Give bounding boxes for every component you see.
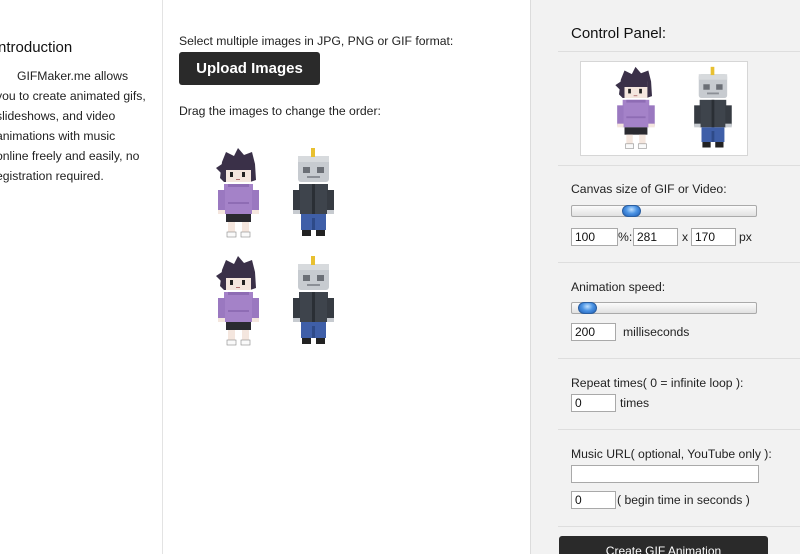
times-unit: times	[620, 396, 650, 410]
repeat-times-input[interactable]	[571, 394, 616, 412]
canvas-percent-input[interactable]	[571, 228, 618, 246]
preview-frame-purple-hoodie	[608, 65, 663, 153]
music-url-input[interactable]	[571, 465, 759, 483]
create-gif-button[interactable]: Create GIF Animation	[559, 536, 768, 554]
intro-line: animations with music	[0, 129, 116, 143]
px-unit: px	[739, 230, 752, 244]
canvas-size-label: Canvas size of GIF or Video:	[571, 182, 727, 196]
drag-hint: Drag the images to change the order:	[179, 104, 381, 118]
canvas-size-slider[interactable]	[571, 205, 757, 217]
image-thumbnail-robot[interactable]	[283, 146, 343, 242]
repeat-times-label: Repeat times( 0 = infinite loop ):	[571, 376, 744, 390]
begin-time-unit: ( begin time in seconds )	[617, 493, 750, 507]
divider	[558, 262, 800, 263]
divider	[558, 358, 800, 359]
animation-preview	[580, 61, 748, 156]
upload-area: Select multiple images in JPG, PNG or GI…	[164, 0, 530, 554]
times-sign: x	[682, 230, 689, 244]
animation-speed-label: Animation speed:	[571, 280, 666, 294]
canvas-size-slider-handle[interactable]	[622, 205, 641, 217]
music-begin-time-input[interactable]	[571, 491, 616, 509]
music-url-label: Music URL( optional, YouTube only ):	[571, 447, 772, 461]
divider	[558, 429, 800, 430]
intro-line: online freely and easily, no	[0, 149, 140, 163]
control-panel-title: Control Panel:	[571, 25, 667, 42]
divider	[558, 165, 800, 166]
upload-instruction: Select multiple images in JPG, PNG or GI…	[179, 34, 454, 48]
divider	[558, 526, 800, 527]
intro-text: GIFMaker.me allows you to create animate…	[0, 66, 156, 186]
preview-frame-robot	[685, 65, 740, 153]
divider	[558, 51, 800, 52]
canvas-width-input[interactable]	[633, 228, 678, 246]
intro-title: ntroduction	[0, 39, 73, 56]
animation-speed-slider-handle[interactable]	[578, 302, 597, 314]
image-thumbnail-purple-hoodie[interactable]	[208, 254, 268, 350]
percent-unit: %:	[618, 230, 633, 244]
animation-speed-input[interactable]	[571, 323, 616, 341]
canvas-height-input[interactable]	[691, 228, 736, 246]
image-thumbnail-purple-hoodie[interactable]	[208, 146, 268, 242]
milliseconds-unit: milliseconds	[623, 325, 690, 339]
intro-column: ntroduction GIFMaker.me allows you to cr…	[0, 0, 163, 554]
image-thumbnail-robot[interactable]	[283, 254, 343, 350]
animation-speed-slider[interactable]	[571, 302, 757, 314]
intro-line: slideshows, and video	[0, 109, 116, 123]
intro-line: you to create animated gifs,	[0, 89, 146, 103]
intro-line: GIFMaker.me allows	[17, 69, 129, 83]
upload-images-button[interactable]: Upload Images	[179, 52, 320, 85]
intro-line: egistration required.	[0, 169, 104, 183]
control-panel: Control Panel: Canvas size of GIF or Vid…	[530, 0, 800, 554]
